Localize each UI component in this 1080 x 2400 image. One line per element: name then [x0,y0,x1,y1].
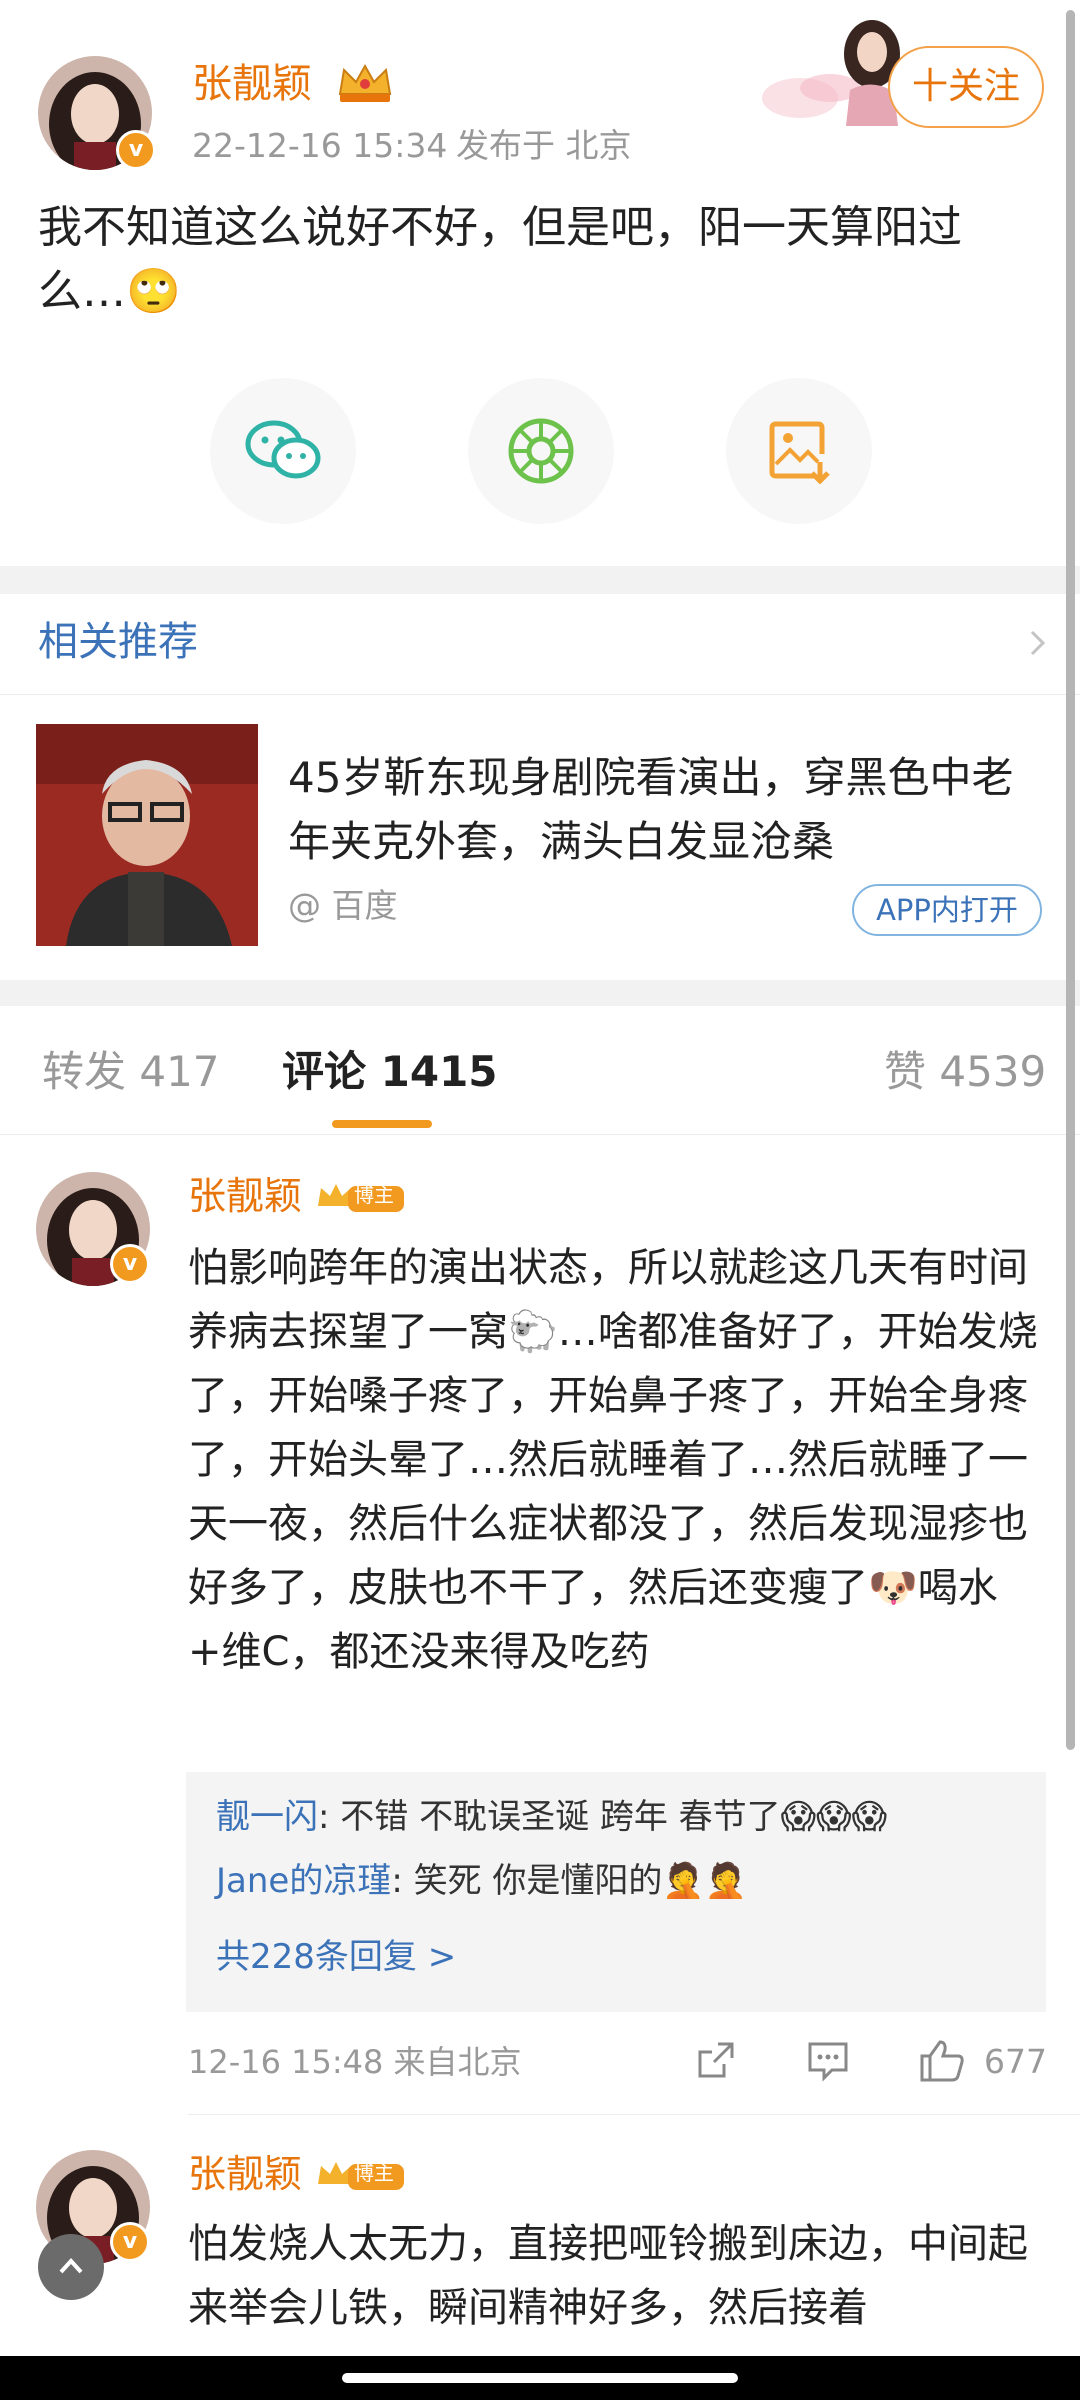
tab-repost[interactable]: 转发 417 [42,1044,220,1100]
wechat-icon [245,420,321,479]
post-text: 我不知道这么说好不好，但是吧，阳一天算阳过么…🙄 [38,202,962,317]
recommend-source: @ 百度 [288,886,398,925]
post-location: 发布于 北京 [456,126,632,165]
reply-text: : 笑死 你是懂阳的🤦🤦 [391,1861,748,1901]
follow-button[interactable]: 十关注 [888,46,1044,128]
decorative-portrait [762,20,900,126]
post-time: 22-12-16 15:34 [192,126,448,165]
reply-text: : 不错 不耽误圣诞 跨年 春节了😱😱😱 [318,1797,888,1837]
replies-box[interactable]: 靓一闪: 不错 不耽误圣诞 跨年 春节了😱😱😱 Jane的凉瑾: 笑死 你是懂阳… [186,1772,1046,2012]
like-count: 677 [984,2042,1047,2081]
reply-item[interactable]: 靓一闪: 不错 不耽误圣诞 跨年 春节了😱😱😱 [216,1792,887,1842]
verified-badge-icon: v [110,1244,150,1284]
save-image-icon [769,421,830,484]
comment-time: 12-16 15:48 来自北京 [188,2043,522,2081]
scroll-to-top-button[interactable] [38,2234,104,2300]
comment-text: 怕发烧人太无力，直接把哑铃搬到床边，中间起来举会儿铁，瞬间精神好多，然后接着 [188,2221,1028,2331]
reply-user[interactable]: 靓一闪 [216,1797,318,1837]
chevron-up-icon [59,2258,83,2274]
moments-icon [508,418,574,484]
verified-badge-icon: v [110,2222,150,2262]
comment-author-name[interactable]: 张靓颖 [188,1172,302,1220]
divider [0,694,1080,695]
tab-comments[interactable]: 评论 1415 [282,1044,498,1100]
app-open-button[interactable]: APP内打开 [852,884,1042,936]
recommend-thumbnail[interactable] [36,724,258,946]
share-moments-button[interactable] [468,378,614,524]
comment-author-name[interactable]: 张靓颖 [188,2150,302,2198]
comment-text: 怕影响跨年的演出状态，所以就趁这几天有时间养病去探望了一窝🐑…啥都准备好了，开始… [188,1245,1038,1675]
chevron-right-icon[interactable] [1028,628,1048,658]
like-icon[interactable] [918,2038,966,2082]
divider [188,2114,1080,2115]
divider [0,1134,1080,1135]
reply-item[interactable]: Jane的凉瑾: 笑死 你是懂阳的🤦🤦 [216,1856,747,1906]
tab-likes[interactable]: 赞 4539 [884,1044,1046,1100]
comments-section [0,1006,1080,2400]
recommend-headline[interactable]: 45岁靳东现身剧院看演出，穿黑色中老年夹克外套，满头白发显沧桑 [288,746,1048,874]
more-replies-link[interactable]: 共228条回复 > [216,1932,456,1982]
active-tab-underline [332,1120,432,1128]
post-card: v 张靓颖 22-12-16 15:34 发布于 北京 十关注 我不知道这么说好… [0,0,1080,566]
recommend-title: 相关推荐 [38,619,198,665]
share-icon[interactable] [694,2038,738,2082]
blogger-badge-label: 博主 [354,1183,394,1207]
comment-icon[interactable] [806,2038,850,2082]
blogger-badge-label: 博主 [354,2161,394,2185]
crown-icon [338,63,392,102]
share-wechat-button[interactable] [210,378,356,524]
post-author-name[interactable]: 张靓颖 [192,60,312,108]
scrollbar[interactable] [1066,10,1075,1750]
reply-user[interactable]: Jane的凉瑾 [216,1861,391,1901]
save-image-button[interactable] [726,378,872,524]
home-indicator[interactable] [342,2373,738,2383]
verified-badge-icon: v [116,130,156,170]
